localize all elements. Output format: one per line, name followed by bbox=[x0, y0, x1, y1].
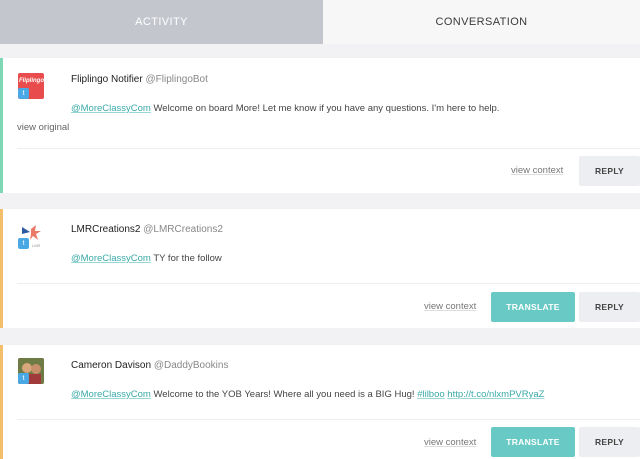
mention-link[interactable]: @MoreClassyCom bbox=[71, 253, 151, 264]
tab-bar: ACTIVITY CONVERSATION bbox=[0, 0, 640, 44]
avatar-logo-text: Fliplingo bbox=[19, 78, 44, 84]
reply-button[interactable]: REPLY bbox=[579, 292, 640, 322]
mention-link[interactable]: @MoreClassyCom bbox=[71, 103, 151, 114]
avatar: t bbox=[18, 358, 44, 384]
hashtag-link[interactable]: #lilboo bbox=[417, 389, 444, 400]
view-original-link[interactable]: view original bbox=[17, 122, 69, 133]
message-text: @MoreClassyCom TY for the follow bbox=[71, 253, 222, 264]
sender-name: LMRCreations2 bbox=[71, 224, 141, 235]
sender-name-line: Fliplingo Notifier @FliplingoBot bbox=[71, 74, 208, 85]
translate-button[interactable]: TRANSLATE bbox=[491, 427, 575, 457]
twitter-icon: t bbox=[18, 88, 29, 99]
sender-name-line: LMRCreations2 @LMRCreations2 bbox=[71, 224, 223, 235]
message-text: @MoreClassyCom Welcome on board More! Le… bbox=[71, 103, 499, 114]
message-card: t Cameron Davison @DaddyBookins @MoreCla… bbox=[0, 345, 640, 459]
sender-name: Fliplingo Notifier bbox=[71, 74, 143, 85]
tab-conversation[interactable]: CONVERSATION bbox=[323, 0, 640, 44]
avatar: Fliplingo t bbox=[18, 73, 44, 99]
sender-name-line: Cameron Davison @DaddyBookins bbox=[71, 360, 228, 371]
message-card: Fliplingo t Fliplingo Notifier @Flipling… bbox=[0, 58, 640, 193]
message-body: Welcome to the YOB Years! Where all you … bbox=[150, 389, 418, 400]
sender-handle[interactable]: @LMRCreations2 bbox=[143, 224, 223, 235]
svg-text:LMR: LMR bbox=[32, 243, 41, 248]
sender-name: Cameron Davison bbox=[71, 360, 152, 371]
message-card: LMR t LMRCreations2 @LMRCreations2 @More… bbox=[0, 209, 640, 328]
reply-button[interactable]: REPLY bbox=[579, 427, 640, 457]
message-body: TY for the follow bbox=[150, 253, 222, 264]
reply-button[interactable]: REPLY bbox=[579, 156, 640, 186]
divider bbox=[17, 283, 640, 284]
view-context-link[interactable]: view context bbox=[511, 165, 563, 176]
view-context-link[interactable]: view context bbox=[424, 437, 476, 448]
twitter-icon: t bbox=[18, 238, 29, 249]
divider bbox=[17, 148, 640, 149]
sender-handle[interactable]: @FliplingoBot bbox=[145, 74, 207, 85]
sender-handle[interactable]: @DaddyBookins bbox=[154, 360, 229, 371]
twitter-icon: t bbox=[18, 373, 29, 384]
divider bbox=[17, 419, 640, 420]
tab-activity[interactable]: ACTIVITY bbox=[0, 0, 323, 44]
url-link[interactable]: http://t.co/nlxmPVRyaZ bbox=[447, 389, 544, 400]
mention-link[interactable]: @MoreClassyCom bbox=[71, 389, 151, 400]
translate-button[interactable]: TRANSLATE bbox=[491, 292, 575, 322]
message-body: Welcome on board More! Let me know if yo… bbox=[150, 103, 500, 114]
avatar: LMR t bbox=[18, 223, 44, 249]
view-context-link[interactable]: view context bbox=[424, 301, 476, 312]
message-text: @MoreClassyCom Welcome to the YOB Years!… bbox=[71, 389, 544, 400]
